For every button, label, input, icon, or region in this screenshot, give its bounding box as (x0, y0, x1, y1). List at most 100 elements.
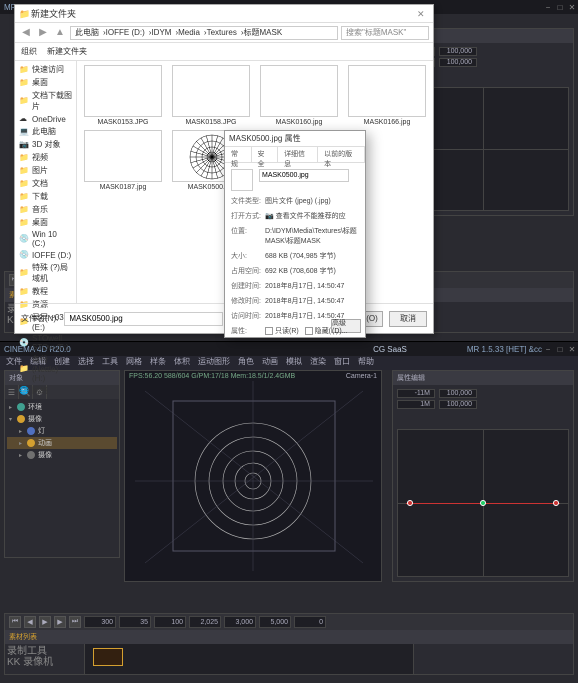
current-frame[interactable]: 0 (294, 616, 326, 628)
timeline-field[interactable]: 300 (84, 616, 116, 628)
organize-button[interactable]: 组织 (21, 46, 37, 57)
menu-item[interactable]: 运动图形 (198, 356, 230, 370)
explorer-search[interactable]: 搜索"标题MASK" (341, 26, 429, 40)
sidebar-item[interactable]: 📁图片 (15, 164, 76, 177)
dialog-filename[interactable] (259, 169, 349, 182)
menu-item[interactable]: 网格 (126, 356, 142, 370)
sidebar-item[interactable]: 📁教程 (15, 285, 76, 298)
menu-item[interactable]: 角色 (238, 356, 254, 370)
sidebar-item[interactable]: 💿STOwell STOw (F:) (15, 333, 76, 353)
readonly-checkbox[interactable]: 只读(R) (265, 326, 299, 336)
timeline-field[interactable]: 2,025 (189, 616, 221, 628)
tab-details[interactable]: 详细信息 (278, 147, 318, 162)
timeline-field[interactable]: 5,000 (259, 616, 291, 628)
menu-item[interactable]: 帮助 (358, 356, 374, 370)
tree-item[interactable]: ▸环境 (7, 401, 117, 413)
breadcrumb[interactable]: 此电脑› IOFFE (D:)› IDYM› Media› Textures› … (70, 26, 338, 40)
graph-field[interactable]: 100,000 (439, 400, 477, 409)
advanced-button[interactable]: 高级(D)... (331, 319, 361, 333)
tab-prev[interactable]: 以前的版本 (318, 147, 365, 162)
sidebar-item[interactable]: 📁音乐 (15, 203, 76, 216)
caret-icon[interactable]: ▸ (9, 404, 17, 411)
minimize-icon[interactable]: − (542, 1, 554, 13)
tree-item[interactable]: ▸灯 (7, 425, 117, 437)
menu-item[interactable]: 体积 (174, 356, 190, 370)
tree-item[interactable]: ▾摄像 (7, 413, 117, 425)
menu-item[interactable]: 动画 (262, 356, 278, 370)
sidebar-item[interactable]: 📁视频 (15, 151, 76, 164)
object-icon (27, 451, 35, 459)
menu-item[interactable]: 样条 (150, 356, 166, 370)
caret-icon[interactable]: ▸ (19, 452, 27, 459)
file-thumbnail[interactable]: MASK0160.jpg (257, 65, 341, 126)
timeline-field[interactable]: 35 (119, 616, 151, 628)
menubar: 文件编辑创建选择工具网格样条体积运动图形角色动画模拟渲染窗口帮助 (0, 356, 578, 370)
graph-field[interactable]: 1M (397, 400, 435, 409)
sidebar-item[interactable]: 📁桌面 (15, 76, 76, 89)
menu-item[interactable]: 窗口 (334, 356, 350, 370)
menu-item[interactable]: 工具 (102, 356, 118, 370)
nav-fwd-icon[interactable]: ▶ (36, 26, 50, 40)
caret-icon[interactable]: ▸ (19, 440, 27, 447)
tree-item[interactable]: ▸摄像 (7, 449, 117, 461)
graph-plot[interactable] (397, 429, 569, 577)
nav-back-icon[interactable]: ◀ (19, 26, 33, 40)
cancel-button[interactable]: 取消 (389, 311, 427, 327)
file-thumbnail[interactable]: MASK0166.jpg (345, 65, 429, 126)
sidebar-item[interactable]: 📁备份 (Nettle) (H:) (15, 353, 76, 384)
sidebar-item[interactable]: 📁文档下载图片 (15, 89, 76, 113)
file-thumbnail[interactable]: MASK0187.jpg (81, 130, 165, 191)
timeline-field[interactable]: 100 (154, 616, 186, 628)
newfolder-button[interactable]: 新建文件夹 (47, 46, 87, 57)
menu-item[interactable]: 渲染 (310, 356, 326, 370)
timeline-track[interactable] (85, 644, 413, 674)
stepback-button[interactable]: ◀ (24, 616, 36, 628)
graph-key[interactable] (480, 500, 486, 506)
graph-field[interactable]: 100,000 (439, 389, 477, 398)
menu-item[interactable]: 选择 (78, 356, 94, 370)
sidebar-item[interactable]: 📷3D 对象 (15, 138, 76, 151)
filename-input[interactable] (64, 312, 223, 326)
caret-icon[interactable]: ▸ (19, 428, 27, 435)
prop-key: 创建时间: (231, 281, 265, 291)
tab-security[interactable]: 安全 (252, 147, 279, 162)
graph-field[interactable]: 100,000 (439, 47, 477, 56)
close-icon[interactable]: ✕ (566, 343, 578, 355)
sidebar-item[interactable]: 💿IOFFE (D:) (15, 249, 76, 261)
sidebar-item[interactable]: 💻此电脑 (15, 125, 76, 138)
sidebar-item[interactable]: 📁文档 (15, 177, 76, 190)
sidebar-item[interactable]: 📁特殊 (?)局域机 (15, 261, 76, 285)
graph-field[interactable]: -11M (397, 389, 435, 398)
prop-value: 2018年8月17日, 14:50:47 (265, 281, 359, 291)
sidebar-item[interactable]: 📁快速访问 (15, 63, 76, 76)
close-icon[interactable]: ✕ (417, 9, 427, 19)
graph-key[interactable] (407, 500, 413, 506)
timeline-field[interactable]: 3,000 (224, 616, 256, 628)
caret-icon[interactable]: ▾ (9, 416, 17, 423)
menu-item[interactable]: 模拟 (286, 356, 302, 370)
timeline-clip[interactable] (93, 648, 123, 666)
sidebar-item[interactable]: 🌐网络 (15, 384, 76, 397)
tab-general[interactable]: 常规 (225, 147, 252, 162)
stepfwd-button[interactable]: ▶ (54, 616, 66, 628)
graph-key[interactable] (553, 500, 559, 506)
maximize-icon[interactable]: □ (554, 343, 566, 355)
explorer-titlebar: 📁 新建文件夹 ✕ (15, 5, 433, 23)
sidebar-item[interactable]: ☁OneDrive (15, 113, 76, 125)
minimize-icon[interactable]: − (542, 343, 554, 355)
rewind-button[interactable]: ⏮ (9, 616, 21, 628)
end-button[interactable]: ⏭ (69, 616, 81, 628)
viewport[interactable]: FPS:56.20 588/604 G/PM:17/18 Mem:18.5/1/… (124, 370, 382, 582)
nav-up-icon[interactable]: ▲ (53, 26, 67, 40)
file-thumbnail[interactable]: MASK0158.JPG (169, 65, 253, 126)
graph-field[interactable]: 100,000 (439, 58, 477, 67)
sidebar-item[interactable]: 📁桌面 (15, 216, 76, 229)
close-icon[interactable]: ✕ (566, 1, 578, 13)
maximize-icon[interactable]: □ (554, 1, 566, 13)
prop-key: 大小: (231, 251, 265, 261)
sidebar-item[interactable]: 💿Win 10 (C:) (15, 229, 76, 249)
file-thumbnail[interactable]: MASK0153.JPG (81, 65, 165, 126)
tree-item[interactable]: ▸动画 (7, 437, 117, 449)
sidebar-item[interactable]: 📁下载 (15, 190, 76, 203)
play-button[interactable]: ▶ (39, 616, 51, 628)
